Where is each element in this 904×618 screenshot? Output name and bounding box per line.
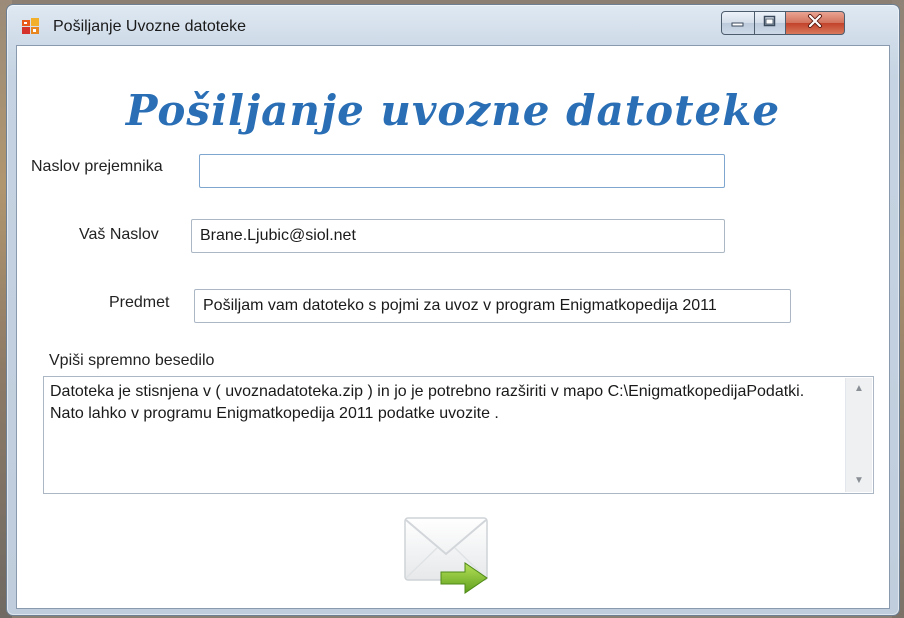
title-bar[interactable]: Pošiljanje Uvozne datoteke: [7, 5, 899, 45]
close-button[interactable]: [785, 11, 845, 35]
subject-label: Predmet: [109, 294, 170, 311]
message-label: Vpiši spremno besedilo: [49, 352, 215, 369]
maximize-button[interactable]: [754, 11, 786, 35]
window-title: Pošiljanje Uvozne datoteke: [53, 18, 247, 35]
dialog-window: Pošiljanje Uvozne datoteke Pošiljanje uv…: [6, 4, 900, 616]
minimize-icon: [731, 14, 745, 32]
sender-input[interactable]: [191, 219, 725, 253]
scroll-up-icon[interactable]: ▲: [846, 378, 872, 400]
dialog-content: Pošiljanje uvozne datoteke Naslov prejem…: [16, 45, 890, 609]
recipient-label: Naslov prejemnika: [31, 158, 163, 175]
send-mail-icon: [401, 517, 497, 602]
minimize-button[interactable]: [721, 11, 755, 35]
send-button[interactable]: [401, 512, 497, 598]
recipient-input[interactable]: [199, 154, 725, 188]
close-icon: [807, 13, 823, 33]
form-heading: Pošiljanje uvozne datoteke: [125, 86, 781, 135]
subject-input[interactable]: [194, 289, 791, 323]
sender-label: Vaš Naslov: [79, 226, 159, 243]
message-text: Datoteka je stisnjena v ( uvoznadatoteka…: [50, 383, 805, 422]
app-icon[interactable]: [21, 17, 41, 35]
maximize-icon: [763, 14, 777, 32]
message-scrollbar[interactable]: ▲ ▼: [845, 378, 872, 492]
message-textarea[interactable]: Datoteka je stisnjena v ( uvoznadatoteka…: [43, 376, 874, 494]
scroll-down-icon[interactable]: ▼: [846, 470, 872, 492]
